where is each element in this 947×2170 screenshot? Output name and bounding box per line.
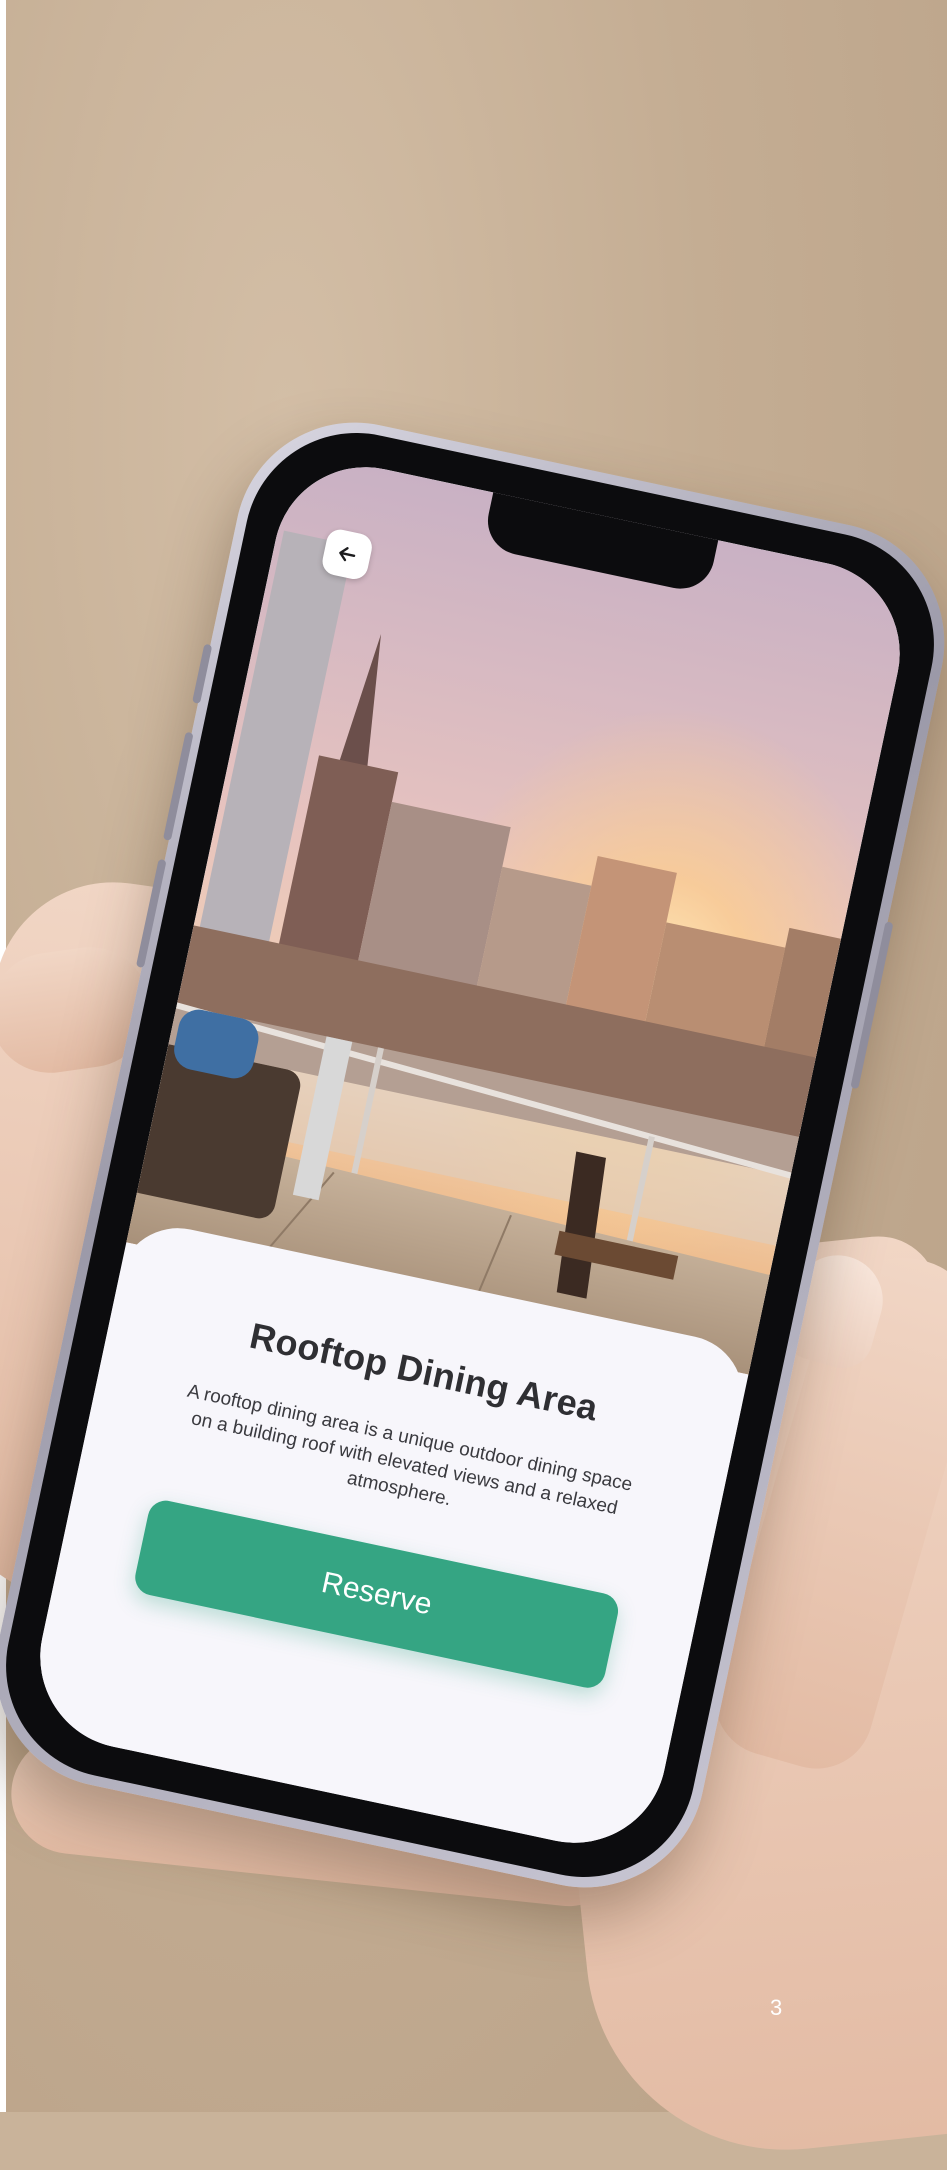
page-number: 3 <box>770 1995 783 2020</box>
arrow-left-icon <box>339 547 356 562</box>
rooftop-photo <box>126 450 917 1375</box>
